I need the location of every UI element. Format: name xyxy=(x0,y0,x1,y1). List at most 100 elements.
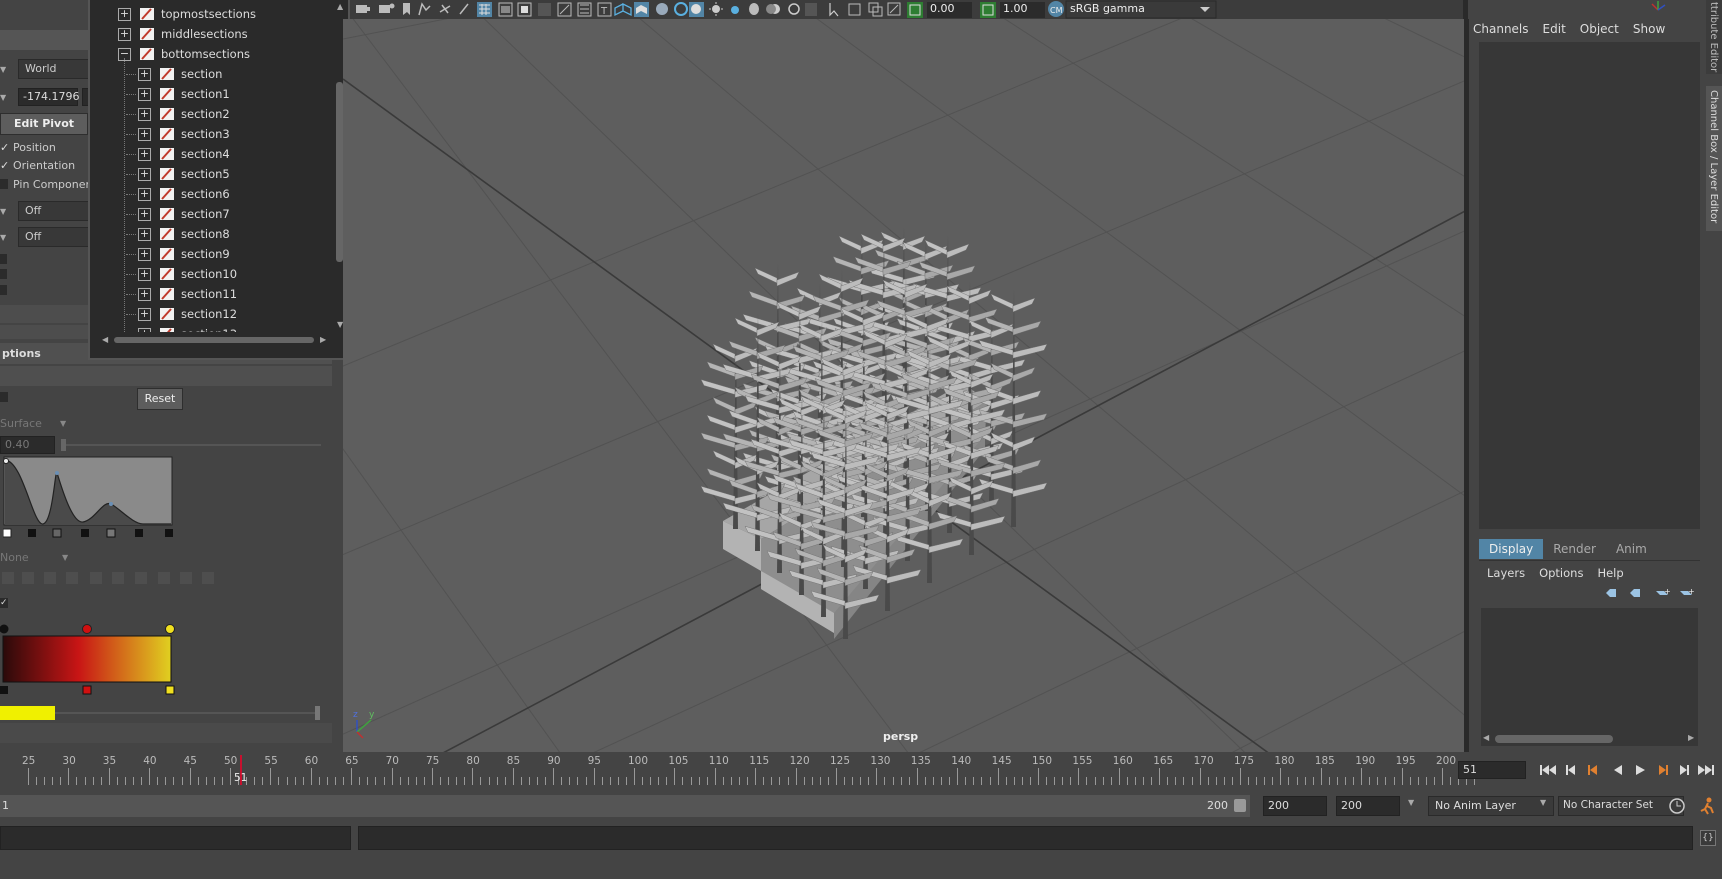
range-slider[interactable]: 1 200 xyxy=(0,795,1250,817)
gamma-field[interactable]: 1.00 xyxy=(1003,2,1028,15)
expand-icon[interactable]: + xyxy=(138,87,151,101)
option-checkbox[interactable] xyxy=(0,392,8,402)
outliner-item-section12[interactable]: + section12 xyxy=(126,304,237,324)
current-frame-field[interactable]: 51 xyxy=(1458,761,1526,779)
outliner-item-section1[interactable]: + section1 xyxy=(126,84,230,104)
expand-icon[interactable]: + xyxy=(138,107,151,121)
transform-node-icon xyxy=(140,8,154,20)
layer-list[interactable] xyxy=(1481,608,1698,732)
tick-mark xyxy=(747,777,749,785)
none-dropdown[interactable]: None xyxy=(0,551,50,564)
checkbox-a[interactable] xyxy=(0,254,7,264)
disabled-tool-icons xyxy=(0,570,220,587)
expand-icon[interactable]: + xyxy=(118,7,131,21)
orientation-checkbox[interactable]: ✓ xyxy=(0,159,9,172)
end-time-field-2[interactable]: 200 xyxy=(1336,796,1400,816)
time-ruler[interactable]: 25 30 35 40 45 50 55 60 65 70 75 80 85 90 95 100 105 110 1… xyxy=(0,755,1476,785)
expand-icon[interactable]: + xyxy=(138,187,151,201)
off-dropdown-2[interactable]: Off xyxy=(18,227,90,247)
expand-icon[interactable]: + xyxy=(138,227,151,241)
outliner-item-bottomsections[interactable]: − bottomsections xyxy=(118,44,250,64)
expand-icon[interactable]: + xyxy=(138,167,151,181)
character-set-dropdown[interactable]: No Character Set xyxy=(1558,796,1684,816)
menu-show[interactable]: Show xyxy=(1633,22,1665,36)
color-slider-track[interactable] xyxy=(55,712,317,714)
expand-icon[interactable]: + xyxy=(138,207,151,221)
outliner-item-section[interactable]: + section xyxy=(126,64,222,84)
falloff-curve-graph[interactable] xyxy=(3,456,173,538)
end-time-field-1[interactable]: 200 xyxy=(1263,796,1327,816)
auto-key-icon[interactable] xyxy=(1668,797,1686,815)
outliner-item-section10[interactable]: + section10 xyxy=(126,264,237,284)
outliner-item-section11[interactable]: + section11 xyxy=(126,284,237,304)
attribute-editor-tab[interactable]: ttribute Editor xyxy=(1706,0,1722,74)
menu-edit[interactable]: Edit xyxy=(1543,22,1566,36)
expand-icon[interactable]: + xyxy=(138,127,151,141)
tab-anim[interactable]: Anim xyxy=(1606,539,1657,559)
outliner-hscroll[interactable]: ◀ ▶ xyxy=(90,332,335,348)
tree-branch xyxy=(126,74,136,75)
color-ramp[interactable] xyxy=(0,621,180,697)
checkbox-b[interactable] xyxy=(0,269,7,279)
channel-list-area[interactable] xyxy=(1479,42,1700,529)
tab-display[interactable]: Display xyxy=(1479,539,1544,559)
off-dropdown-1[interactable]: Off xyxy=(18,201,90,221)
channel-box-layer-editor-tab[interactable]: Channel Box / Layer Editor xyxy=(1706,86,1722,231)
color-swatch[interactable] xyxy=(0,706,55,720)
slider-track[interactable] xyxy=(66,444,321,446)
3d-viewport[interactable]: persp z y xyxy=(343,19,1469,752)
space-dropdown[interactable]: World xyxy=(18,59,90,79)
outliner-item-section7[interactable]: + section7 xyxy=(126,204,230,224)
layer-action-icons[interactable]: + + xyxy=(1604,586,1699,600)
anim-layer-dropdown[interactable]: No Anim Layer xyxy=(1428,796,1554,816)
position-label: Position xyxy=(13,140,56,154)
surface-dropdown[interactable]: Surface xyxy=(0,417,50,430)
coord-field[interactable]: -174.1796 xyxy=(18,88,79,106)
menu-object[interactable]: Object xyxy=(1580,22,1619,36)
preferences-runner-icon[interactable] xyxy=(1697,796,1717,816)
layer-hscroll[interactable]: ◀ ▶ xyxy=(1481,732,1698,746)
expand-icon[interactable]: + xyxy=(138,67,151,81)
outliner-item-section5[interactable]: + section5 xyxy=(126,164,230,184)
tick-mark xyxy=(496,777,498,785)
expand-icon[interactable]: + xyxy=(138,307,151,321)
menu-options[interactable]: Options xyxy=(1539,566,1583,580)
playback-controls[interactable] xyxy=(1530,761,1720,779)
position-checkbox[interactable]: ✓ xyxy=(0,141,9,154)
edit-pivot-button[interactable]: Edit Pivot xyxy=(0,113,88,135)
script-editor-icon[interactable]: {} xyxy=(1700,830,1716,846)
checkbox-c[interactable] xyxy=(0,285,7,295)
expand-icon[interactable]: + xyxy=(138,267,151,281)
range-end[interactable]: 200 xyxy=(1207,799,1228,812)
menu-channels[interactable]: Channels xyxy=(1473,22,1529,36)
outliner-item-topmostsections[interactable]: + topmostsections xyxy=(118,4,256,24)
transform-node-icon xyxy=(160,228,174,240)
tick-mark xyxy=(1248,777,1250,785)
outliner-item-section6[interactable]: + section6 xyxy=(126,184,230,204)
expand-icon[interactable]: + xyxy=(138,147,151,161)
mel-input[interactable] xyxy=(0,826,351,850)
range-start[interactable]: 1 xyxy=(2,799,9,812)
pin-components-checkbox[interactable] xyxy=(0,179,8,189)
expand-icon[interactable]: + xyxy=(138,247,151,261)
outliner-item-section9[interactable]: + section9 xyxy=(126,244,230,264)
outliner-item-section2[interactable]: + section2 xyxy=(126,104,230,124)
slider-value-field[interactable]: 0.40 xyxy=(0,436,55,454)
color-slider-handle[interactable] xyxy=(315,706,320,720)
menu-layers[interactable]: Layers xyxy=(1487,566,1525,580)
menu-help[interactable]: Help xyxy=(1597,566,1623,580)
color-space-dropdown[interactable]: sRGB gamma xyxy=(1070,2,1145,15)
time-slider[interactable]: 25 30 35 40 45 50 55 60 65 70 75 80 85 90 95 100 105 110 1… xyxy=(0,755,1722,785)
range-handle[interactable] xyxy=(1234,799,1246,812)
expand-icon[interactable]: + xyxy=(138,287,151,301)
expand-icon[interactable]: + xyxy=(118,27,131,41)
reset-button[interactable]: Reset xyxy=(137,388,183,410)
outliner-item-section8[interactable]: + section8 xyxy=(126,224,230,244)
exposure-field[interactable]: 0.00 xyxy=(930,2,955,15)
ramp-checkbox[interactable]: ✓ xyxy=(0,598,8,608)
outliner-item-middlesections[interactable]: + middlesections xyxy=(118,24,248,44)
outliner-item-section4[interactable]: + section4 xyxy=(126,144,230,164)
tick-mark xyxy=(197,777,199,785)
outliner-item-section3[interactable]: + section3 xyxy=(126,124,230,144)
tab-render[interactable]: Render xyxy=(1543,539,1606,559)
